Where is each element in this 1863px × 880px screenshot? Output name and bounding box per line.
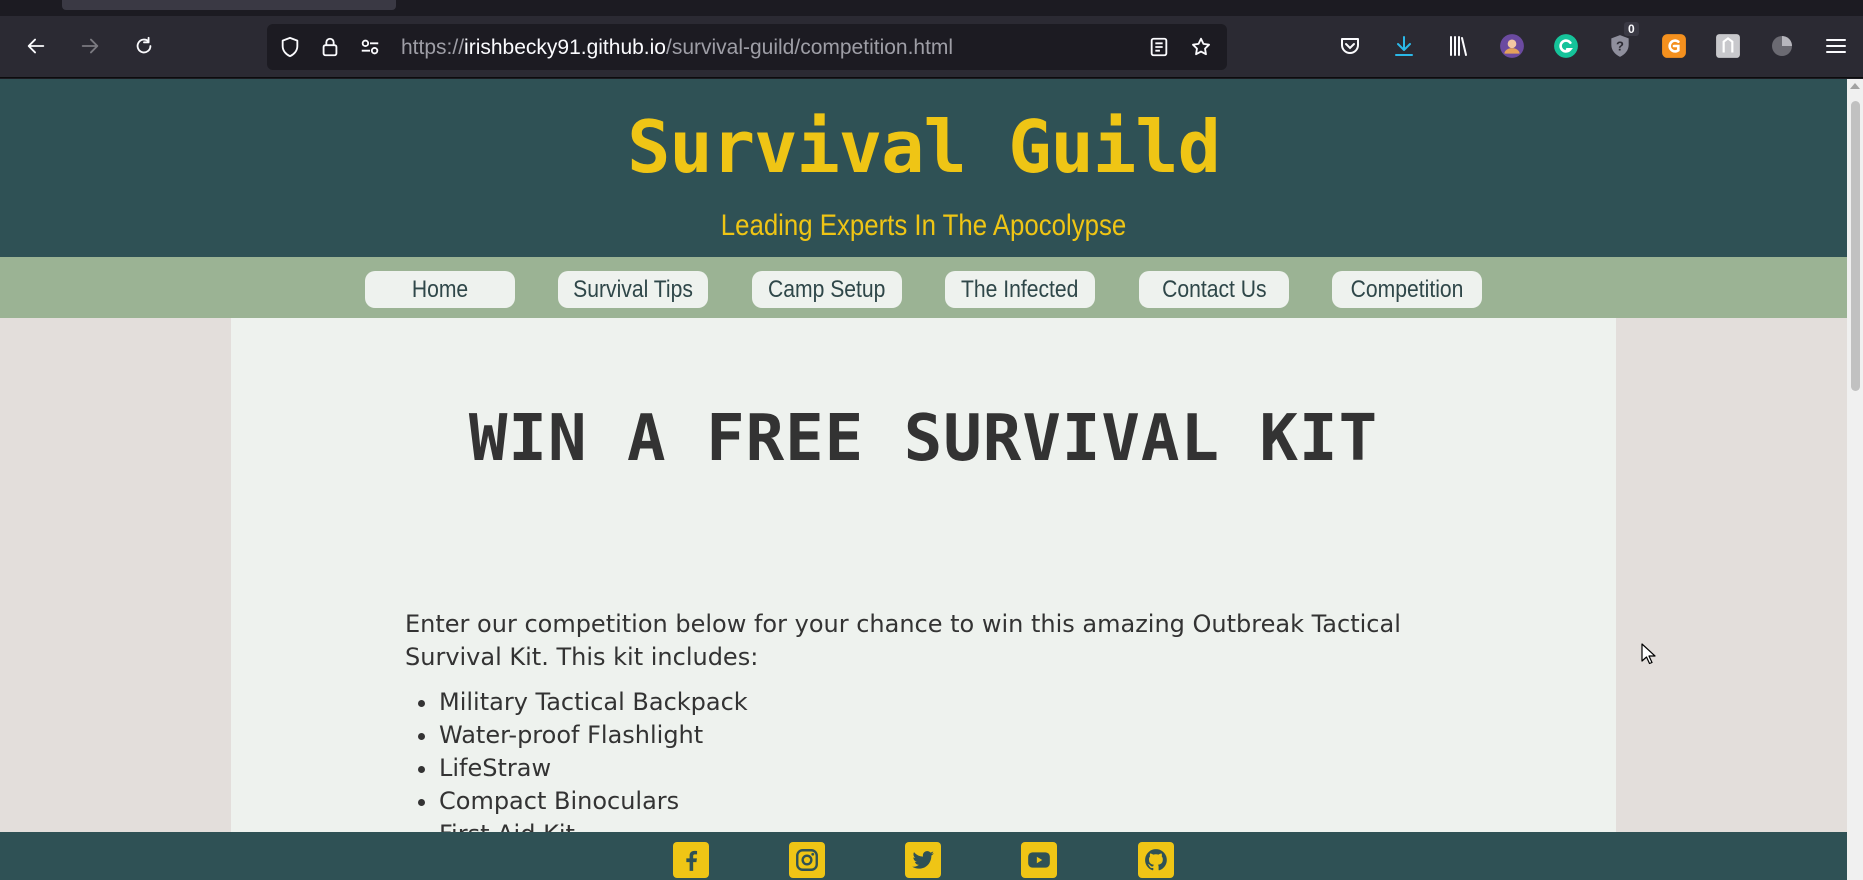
kit-item: Compact Binoculars [439,785,748,818]
twitter-icon [912,851,934,869]
reload-button[interactable] [124,26,164,66]
github-icon [1145,849,1167,871]
reload-icon [136,36,152,54]
nav-the-infected[interactable]: The Infected [945,271,1095,308]
browser-tab[interactable] [62,0,396,10]
site-footer [0,832,1847,880]
instagram-icon [796,849,818,871]
permissions-icon[interactable] [359,36,381,58]
extension-avatar-icon[interactable] [1496,30,1528,62]
download-icon[interactable] [1388,30,1420,62]
kit-item: Military Tactical Backpack [439,686,748,719]
url-text: https://irishbecky91.github.io/survival-… [401,36,953,60]
kit-item: Water-proof Flashlight [439,719,748,752]
url-host: irishbecky91.github.io [464,36,666,59]
nav-contact-us-label: Contact Us [1161,275,1267,303]
grammarly-icon[interactable] [1550,30,1582,62]
library-icon[interactable] [1442,30,1474,62]
scroll-up-arrow-icon[interactable] [1850,83,1860,89]
nav-competition[interactable]: Competition [1332,271,1482,308]
competition-intro: Enter our competition below for your cha… [405,610,1401,671]
facebook-icon [686,850,698,871]
kit-item: LifeStraw [439,752,748,785]
forward-icon [81,38,99,54]
youtube-link[interactable] [1021,842,1057,878]
extension-gray-icon[interactable] [1712,30,1744,62]
main-content: WIN A FREE SURVIVAL KIT Enter our compet… [231,318,1616,880]
back-button[interactable] [16,26,56,66]
mouse-cursor-icon [1641,643,1656,665]
tab-strip [0,0,1863,16]
twitter-link[interactable] [905,842,941,878]
site-title[interactable]: Survival Guild [0,105,1847,189]
back-icon [27,38,45,54]
site-header: Survival Guild Leading Experts In The Ap… [0,79,1847,257]
github-link[interactable] [1138,842,1174,878]
extension-pie-icon[interactable] [1766,30,1798,62]
nav-survival-tips-label: Survival Tips [573,275,693,303]
password-manager-icon[interactable]: ? 0 [1604,22,1639,62]
bookmark-star-icon[interactable] [1190,36,1212,58]
nav-camp-setup-label: Camp Setup [768,275,886,303]
competition-headline: WIN A FREE SURVIVAL KIT [468,402,1379,476]
youtube-icon [1028,852,1050,868]
shield-icon[interactable] [279,36,301,58]
nav-survival-tips[interactable]: Survival Tips [558,271,708,308]
pocket-icon[interactable] [1334,30,1366,62]
nav-home[interactable]: Home [365,271,515,308]
site-subtitle: Leading Experts In The Apocolypse [720,209,1127,242]
facebook-link[interactable] [673,842,709,878]
instagram-link[interactable] [789,842,825,878]
page-viewport: Survival Guild Leading Experts In The Ap… [0,79,1863,880]
menu-icon[interactable] [1820,30,1852,62]
notification-badge: 0 [1624,22,1639,36]
lock-icon[interactable] [319,36,341,58]
svg-text:?: ? [1616,38,1624,53]
browser-toolbar: https://irishbecky91.github.io/survival-… [0,16,1863,78]
nav-camp-setup[interactable]: Camp Setup [752,271,902,308]
main-nav: Home Survival Tips Camp Setup The Infect… [0,257,1847,318]
nav-contact-us[interactable]: Contact Us [1139,271,1289,308]
scrollbar-thumb[interactable] [1851,101,1860,391]
url-path: /survival-guild/competition.html [665,36,954,59]
nav-competition-label: Competition [1350,275,1464,303]
url-scheme: https:// [401,36,465,59]
kit-items-list: Military Tactical Backpack Water-proof F… [439,686,748,851]
nav-the-infected-label: The Infected [961,275,1079,303]
extension-orange-icon[interactable] [1658,30,1690,62]
page-scrollbar[interactable] [1847,79,1863,880]
url-bar[interactable]: https://irishbecky91.github.io/survival-… [267,24,1227,70]
nav-home-label: Home [411,275,469,303]
reader-view-icon[interactable] [1148,36,1170,58]
forward-button[interactable] [70,26,110,66]
